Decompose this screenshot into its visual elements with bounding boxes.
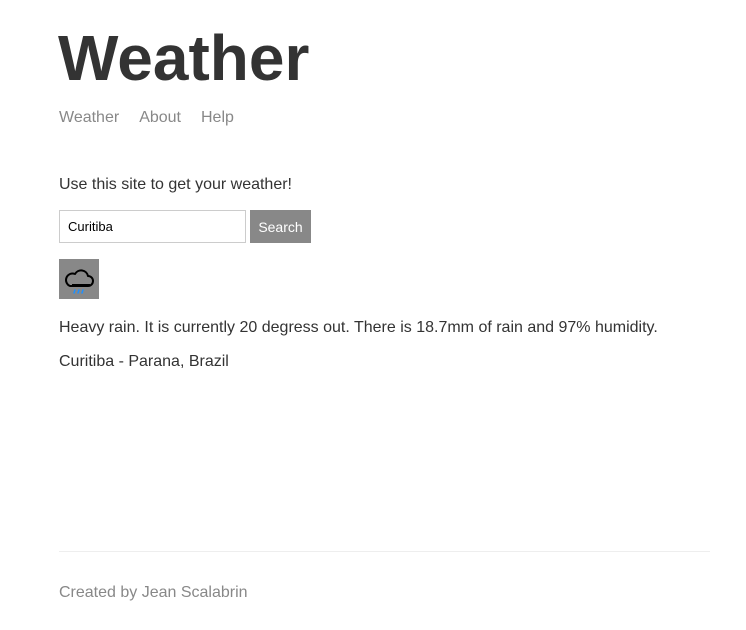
search-button[interactable]: Search bbox=[250, 210, 311, 243]
footer-credit: Created by Jean Scalabrin bbox=[59, 584, 248, 601]
search-input[interactable] bbox=[59, 210, 246, 243]
weather-location: Curitiba - Parana, Brazil bbox=[59, 353, 229, 370]
intro-text: Use this site to get your weather! bbox=[59, 176, 292, 193]
heavy-rain-cloud-icon bbox=[59, 259, 99, 299]
nav-link-about[interactable]: About bbox=[139, 108, 181, 128]
footer-divider bbox=[59, 551, 710, 552]
search-form: Search bbox=[59, 210, 311, 243]
site-title: Weather bbox=[58, 22, 310, 94]
nav-link-help[interactable]: Help bbox=[201, 108, 234, 128]
weather-description: Heavy rain. It is currently 20 degress o… bbox=[59, 319, 658, 336]
nav-link-weather[interactable]: Weather bbox=[59, 108, 119, 128]
main-nav: Weather About Help bbox=[59, 108, 254, 128]
